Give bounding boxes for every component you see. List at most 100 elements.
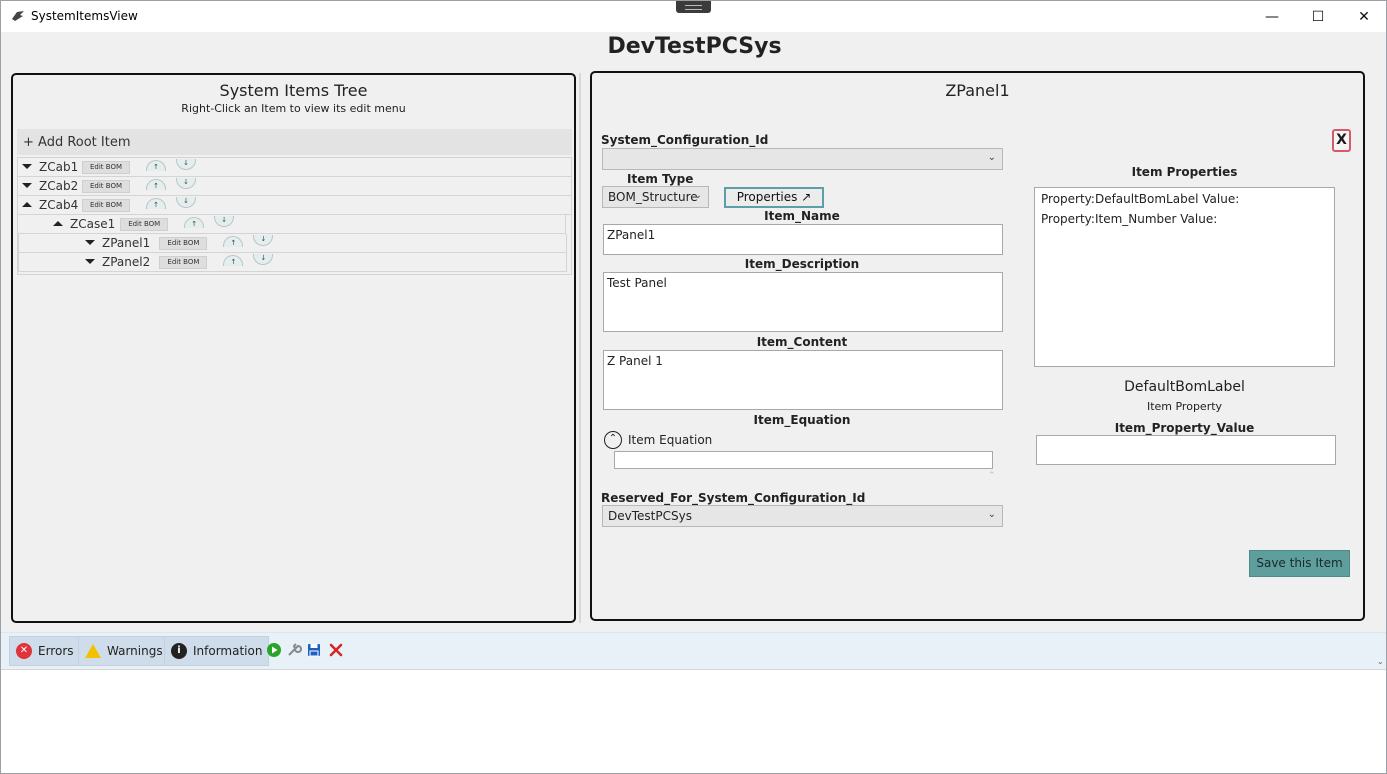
item-type-value: BOM_Structure (608, 190, 698, 204)
system-configuration-id-select[interactable]: ⌄ (602, 148, 1003, 170)
move-up-button[interactable]: ↑ (223, 255, 244, 266)
tree-item[interactable]: ZCase1 Edit BOM ↑ ↓ (17, 215, 566, 234)
reserved-for-select[interactable]: DevTestPCSys ⌄ (602, 505, 1003, 527)
item-properties-list: Property:DefaultBomLabel Value: Property… (1034, 187, 1335, 367)
collapse-equation-icon[interactable]: ⌃ (604, 431, 622, 449)
information-tab[interactable]: i Information (164, 636, 270, 666)
expand-arrow-icon[interactable] (85, 259, 95, 264)
close-detail-button[interactable]: X (1332, 129, 1351, 152)
move-up-button[interactable]: ↑ (146, 179, 166, 190)
page-title: DevTestPCSys (607, 34, 782, 59)
save-item-button[interactable]: Save this Item (1249, 550, 1350, 577)
chevron-down-icon: ⌄ (987, 152, 996, 163)
minimize-button[interactable]: — (1249, 1, 1295, 32)
item-detail-panel: ZPanel1 X System_Configuration_Id ⌄ Item… (590, 71, 1365, 621)
add-root-item-button[interactable]: + Add Root Item (17, 129, 572, 155)
tree-item-label: ZCase1 (70, 217, 116, 231)
item-content-label: Item_Content (756, 335, 848, 349)
edit-bom-button[interactable]: Edit BOM (159, 237, 208, 250)
item-properties-label: Item Properties (1131, 165, 1238, 179)
item-equation-expander-label: Item Equation (628, 433, 713, 447)
tree-item[interactable]: ZPanel2 Edit BOM ↑ ↓ (18, 253, 567, 272)
reserved-for-value: DevTestPCSys (608, 509, 692, 523)
selected-property-name: DefaultBomLabel (1124, 379, 1245, 395)
move-down-button[interactable]: ↓ (176, 159, 196, 170)
move-down-button[interactable]: ↓ (176, 197, 196, 208)
tree-title: System Items Tree (219, 81, 368, 100)
system-configuration-id-label: System_Configuration_Id (601, 133, 769, 147)
move-up-button[interactable]: ↑ (146, 198, 166, 209)
panel-splitter[interactable] (579, 73, 581, 623)
edit-bom-button[interactable]: Edit BOM (82, 199, 131, 212)
close-window-button[interactable]: ✕ (1341, 1, 1387, 32)
move-up-button[interactable]: ↑ (223, 236, 244, 247)
edit-bom-button[interactable]: Edit BOM (82, 180, 131, 193)
wrench-icon[interactable] (286, 642, 302, 658)
errors-tab[interactable]: ✕ Errors (9, 636, 81, 666)
maximize-button[interactable]: ☐ (1295, 1, 1341, 32)
move-up-button[interactable]: ↑ (184, 217, 205, 228)
info-icon: i (171, 643, 187, 659)
edit-bom-button[interactable]: Edit BOM (159, 256, 208, 269)
save-icon[interactable] (306, 642, 322, 658)
item-property-value-input[interactable] (1036, 435, 1336, 465)
move-down-button[interactable]: ↓ (214, 216, 235, 227)
chevron-down-icon: ⌄ (987, 509, 996, 520)
item-equation-input[interactable] (614, 451, 993, 469)
warnings-tab[interactable]: Warnings (78, 636, 170, 666)
item-description-input[interactable]: Test Panel (603, 272, 1003, 332)
errors-tab-label: Errors (38, 644, 74, 658)
tree-item-label: ZCab1 (39, 160, 79, 174)
tree-item[interactable]: ZCab2 Edit BOM ↑ ↓ (18, 177, 571, 196)
window-title: SystemItemsView (31, 9, 138, 23)
selected-item-heading: ZPanel1 (945, 81, 1010, 100)
chevron-down-icon: ⌄ (693, 190, 702, 201)
expand-arrow-icon[interactable] (22, 183, 32, 188)
expand-arrow-icon[interactable] (85, 240, 95, 245)
edit-bom-button[interactable]: Edit BOM (120, 218, 169, 231)
tree-item[interactable]: ZCab1 Edit BOM ↑ ↓ (18, 158, 571, 177)
item-name-label: Item_Name (764, 209, 840, 223)
messages-output (1, 669, 1386, 773)
list-item[interactable]: Property:Item_Number Value: (1041, 212, 1328, 226)
tree-subtitle: Right-Click an Item to view its edit men… (181, 102, 406, 115)
move-down-button[interactable]: ↓ (176, 178, 196, 189)
tree-item-label: ZCab2 (39, 179, 79, 193)
delete-icon[interactable] (328, 642, 344, 658)
chevron-up-icon: ⌃ (988, 471, 996, 481)
properties-button[interactable]: Properties ↗ (724, 187, 824, 208)
window-drag-handle[interactable] (676, 1, 711, 13)
system-items-tree: ZCab1 Edit BOM ↑ ↓ ZCab2 Edit BOM ↑ ↓ ZCab4 Edit … (17, 157, 572, 275)
app-window: SystemItemsView — ☐ ✕ DevTestPCSys Syste… (0, 0, 1387, 774)
expand-arrow-icon[interactable] (22, 164, 32, 169)
collapse-arrow-icon[interactable] (22, 202, 32, 207)
collapse-arrow-icon[interactable] (53, 221, 63, 226)
information-tab-label: Information (193, 644, 263, 658)
messages-toolbar: ✕ Errors Warnings i Information (1, 632, 1386, 668)
tree-item-label: ZPanel1 (102, 236, 151, 250)
item-type-label: Item Type (627, 172, 694, 186)
warnings-tab-label: Warnings (107, 644, 163, 658)
list-item[interactable]: Property:DefaultBomLabel Value: (1041, 192, 1328, 206)
reserved-for-label: Reserved_For_System_Configuration_Id (601, 491, 866, 505)
run-icon[interactable] (266, 642, 282, 658)
item-description-label: Item_Description (744, 257, 860, 271)
chevron-down-icon[interactable]: ⌄ (1377, 657, 1384, 666)
item-type-select[interactable]: BOM_Structure ⌄ (602, 186, 709, 208)
item-name-input[interactable]: ZPanel1 (603, 224, 1003, 255)
warning-icon (85, 644, 101, 658)
tree-item-label: ZCab4 (39, 198, 79, 212)
system-items-tree-panel: System Items Tree Right-Click an Item to… (11, 73, 576, 623)
app-icon (12, 11, 24, 21)
item-content-input[interactable]: Z Panel 1 (603, 350, 1003, 410)
move-up-button[interactable]: ↑ (146, 160, 166, 171)
title-bar: SystemItemsView — ☐ ✕ (1, 1, 1386, 32)
tree-item-label: ZPanel2 (102, 255, 151, 269)
tree-item[interactable]: ZCab4 Edit BOM ↑ ↓ (18, 196, 571, 215)
item-property-value-label: Item_Property_Value (1114, 421, 1255, 435)
move-down-button[interactable]: ↓ (253, 235, 274, 246)
move-down-button[interactable]: ↓ (253, 254, 274, 265)
tree-item[interactable]: ZPanel1 Edit BOM ↑ ↓ (18, 234, 567, 253)
error-icon: ✕ (16, 643, 32, 659)
edit-bom-button[interactable]: Edit BOM (82, 161, 131, 174)
